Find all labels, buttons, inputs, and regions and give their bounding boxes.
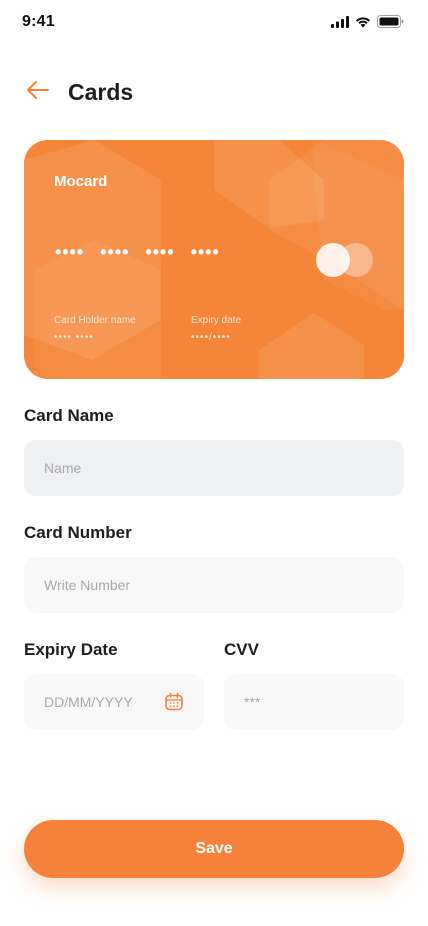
card-number-field[interactable]	[24, 557, 404, 613]
signal-icon	[331, 15, 349, 33]
card-preview: Mocard •••• •••• •••• •••• Card Holder n…	[24, 140, 404, 379]
card-name-field[interactable]	[24, 440, 404, 496]
card-name-input[interactable]	[44, 460, 384, 476]
expiry-date-input[interactable]	[44, 694, 164, 710]
card-number-group: ••••	[145, 242, 175, 262]
status-time: 9:41	[22, 13, 55, 30]
page-title: Cards	[68, 78, 134, 105]
cvv-field[interactable]	[224, 674, 404, 730]
card-number: •••• •••• •••• ••••	[55, 242, 220, 263]
header: Cards	[24, 74, 133, 110]
cvv-input[interactable]	[244, 694, 384, 710]
card-holder-value: •••• ••••	[54, 332, 94, 343]
back-button[interactable]	[24, 78, 52, 106]
card-expiry-value: ••••/••••	[191, 332, 231, 343]
status-bar: 9:41	[0, 0, 428, 46]
wifi-icon	[355, 15, 371, 33]
battery-icon	[377, 15, 404, 33]
expiry-date-field[interactable]	[24, 674, 204, 730]
card-number-group: ••••	[55, 242, 85, 262]
calendar-icon[interactable]	[164, 692, 184, 712]
card-number-group: ••••	[190, 242, 220, 262]
card-network-logo-icon	[314, 241, 374, 279]
status-icons	[331, 15, 404, 33]
card-name-label: Card Name	[24, 406, 114, 425]
save-button[interactable]: Save	[24, 820, 404, 878]
card-number-group: ••••	[100, 242, 130, 262]
cvv-label: CVV	[224, 640, 259, 659]
expiry-date-label: Expiry Date	[24, 640, 118, 659]
card-number-input[interactable]	[44, 577, 384, 593]
card-holder-label: Card Holder name	[54, 315, 136, 326]
card-expiry-label: Expiry date	[191, 315, 242, 326]
arrow-left-icon	[26, 80, 50, 105]
card-number-label: Card Number	[24, 523, 132, 542]
card-brand: Mocard	[54, 173, 108, 190]
